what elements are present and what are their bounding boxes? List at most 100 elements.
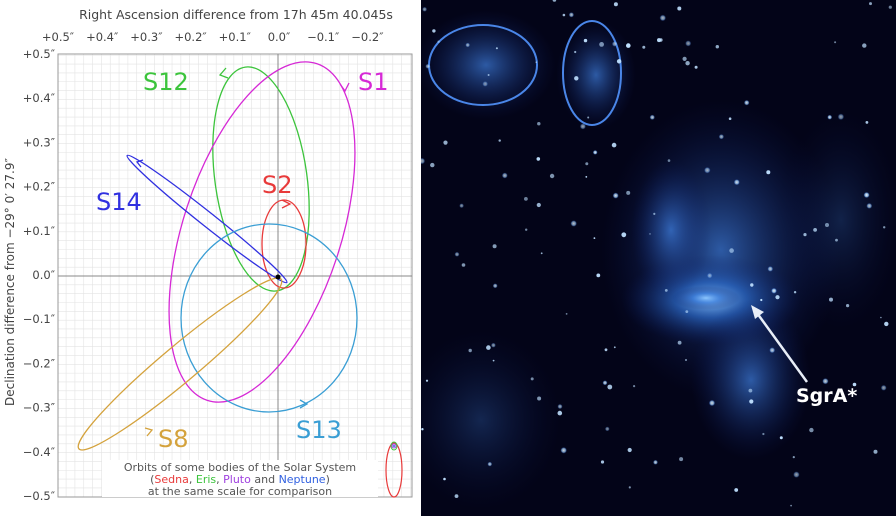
star <box>880 316 882 319</box>
star <box>583 38 588 43</box>
star <box>803 233 807 237</box>
star <box>482 81 489 87</box>
x-tick-labels: +0.5″ +0.4″ +0.3″ +0.2″ +0.1″ 0.0″ −0.1″ −0.2″ <box>42 30 384 44</box>
star <box>612 192 619 199</box>
star <box>593 237 596 240</box>
star <box>468 348 472 353</box>
nebula-lower <box>691 300 811 460</box>
star <box>600 460 605 464</box>
star <box>549 173 555 179</box>
y-tick-label: +0.4″ <box>23 91 56 105</box>
minispiral-arm <box>631 160 711 300</box>
star <box>685 61 690 66</box>
y-axis-title: Declination difference from −29° 0′ 27.9… <box>3 158 17 406</box>
x-tick-label: +0.2″ <box>174 30 207 44</box>
star <box>562 13 566 17</box>
star <box>865 121 869 124</box>
star <box>873 449 878 454</box>
star <box>626 190 631 195</box>
star <box>834 41 837 44</box>
star <box>677 340 682 345</box>
star <box>767 266 774 272</box>
star <box>492 283 498 289</box>
star <box>628 486 631 489</box>
star <box>536 157 541 161</box>
star <box>694 65 698 69</box>
star <box>704 166 711 174</box>
star <box>621 232 627 238</box>
star <box>570 220 577 227</box>
x-tick-label: 0.0″ <box>268 30 291 44</box>
star <box>733 179 740 186</box>
label-s14: S14 <box>96 188 142 216</box>
star <box>862 43 867 48</box>
star <box>659 38 663 42</box>
x-tick-label: +0.3″ <box>130 30 163 44</box>
star <box>659 14 667 22</box>
star <box>627 447 632 453</box>
star <box>813 228 817 232</box>
star <box>425 63 431 69</box>
star <box>604 426 610 432</box>
star <box>769 347 776 354</box>
star <box>486 345 491 350</box>
sky-image-panel: SgrA* <box>401 0 896 516</box>
star <box>718 134 725 140</box>
star <box>421 428 424 431</box>
star <box>596 273 601 278</box>
star <box>708 399 716 407</box>
star <box>793 291 797 294</box>
star <box>846 304 850 308</box>
star <box>762 432 765 436</box>
star <box>743 99 750 106</box>
star <box>454 494 459 498</box>
star <box>771 287 777 294</box>
star <box>734 488 739 492</box>
star <box>728 117 732 120</box>
star <box>432 29 436 33</box>
star <box>422 6 428 12</box>
star <box>524 197 528 201</box>
star <box>537 122 541 126</box>
star <box>790 504 792 507</box>
star <box>626 43 631 48</box>
star <box>809 427 814 433</box>
star <box>613 346 616 349</box>
star <box>557 410 563 416</box>
y-tick-label: +0.2″ <box>23 180 56 194</box>
legend-box: Orbits of some bodies of the Solar Syste… <box>102 460 378 498</box>
star <box>667 159 671 162</box>
star <box>884 321 889 327</box>
galactic-center-image: SgrA* <box>401 0 896 516</box>
legend-line3: at the same scale for comparison <box>148 485 332 498</box>
star <box>827 114 833 120</box>
star <box>585 162 589 166</box>
star <box>537 396 542 401</box>
star <box>679 457 684 462</box>
sgr-a-star-marker <box>275 274 281 280</box>
star <box>835 238 838 242</box>
star <box>685 359 687 361</box>
star <box>611 41 618 47</box>
star <box>530 377 534 381</box>
star <box>883 226 886 229</box>
star <box>616 59 622 64</box>
star <box>557 403 563 410</box>
x-axis-title: Right Ascension difference from 17h 45m … <box>79 7 393 22</box>
star <box>869 2 872 6</box>
star <box>574 50 577 54</box>
star <box>437 40 440 43</box>
star <box>443 477 446 481</box>
star <box>592 150 598 155</box>
star <box>766 170 771 175</box>
star <box>866 202 873 209</box>
y-tick-labels: +0.5″ +0.4″ +0.3″ +0.2″ +0.1″ 0.0″ −0.1″ −0.2″ −… <box>23 47 56 503</box>
star <box>611 142 617 148</box>
star <box>525 228 528 231</box>
star <box>498 139 501 142</box>
label-s13: S13 <box>296 416 342 444</box>
star <box>613 2 618 7</box>
y-tick-label: −0.5″ <box>23 489 56 503</box>
star <box>585 176 588 178</box>
orbit-diagram-panel: Right Ascension difference from 17h 45m … <box>0 0 420 516</box>
